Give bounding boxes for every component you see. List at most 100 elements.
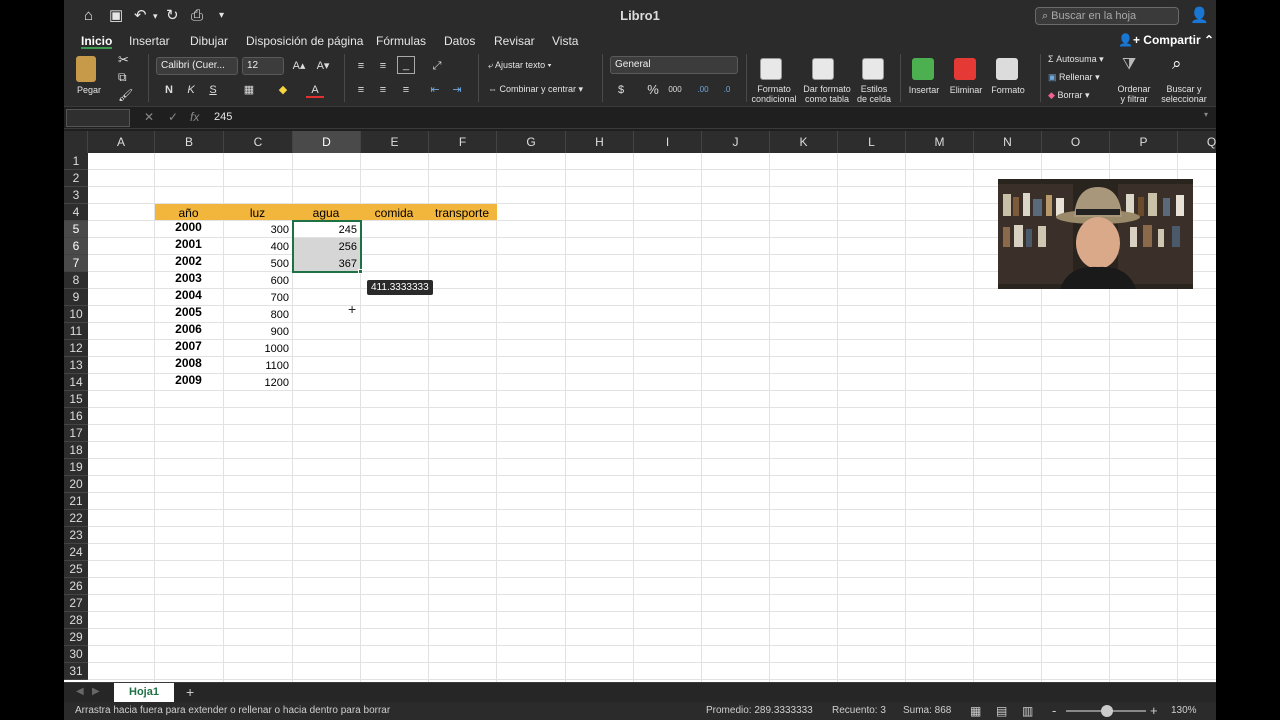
underline-button[interactable]: S	[204, 82, 222, 98]
agua-cell[interactable]: 256	[293, 239, 357, 256]
tab-datos[interactable]: Datos	[444, 33, 475, 49]
row-header-13[interactable]: 13	[64, 357, 88, 374]
year-cell[interactable]: 2006	[155, 321, 220, 338]
row-header-10[interactable]: 10	[64, 306, 88, 323]
zoom-slider-thumb[interactable]	[1101, 705, 1113, 717]
align-center-icon[interactable]: ≡	[374, 82, 392, 98]
tab-inicio[interactable]: Inicio	[81, 33, 113, 49]
year-cell[interactable]: 2009	[155, 372, 220, 389]
zoom-out-button[interactable]: -	[1052, 702, 1056, 720]
column-header-f[interactable]: F	[429, 131, 497, 153]
conditional-format-label[interactable]: Formato condicional	[748, 84, 800, 104]
luz-cell[interactable]: 300	[224, 222, 289, 239]
search-sheet-input[interactable]: ⌕ Buscar en la hoja	[1035, 7, 1179, 25]
fill-handle[interactable]	[358, 269, 363, 274]
next-sheet-icon[interactable]: ▶	[92, 686, 100, 697]
find-select-icon[interactable]: ⌕	[1172, 54, 1182, 74]
thousands-button[interactable]: 000	[666, 82, 684, 98]
align-bottom-icon[interactable]: _	[397, 56, 415, 74]
zoom-in-button[interactable]: +	[1150, 702, 1158, 720]
table-header-3[interactable]: comida	[361, 205, 425, 222]
column-header-o[interactable]: O	[1042, 131, 1110, 153]
select-all-corner[interactable]	[64, 131, 88, 153]
wrap-text-button[interactable]: ⤶ Ajustar texto ▾	[488, 60, 551, 71]
tab-formulas[interactable]: Fórmulas	[376, 33, 426, 49]
table-header-4[interactable]: transporte	[429, 205, 493, 222]
agua-cell[interactable]: 367	[293, 256, 357, 273]
row-header-16[interactable]: 16	[64, 408, 88, 425]
name-box[interactable]	[66, 109, 130, 127]
luz-cell[interactable]: 1100	[224, 358, 289, 375]
bold-button[interactable]: N	[160, 82, 178, 98]
column-header-n[interactable]: N	[974, 131, 1042, 153]
row-header-8[interactable]: 8	[64, 272, 88, 289]
year-cell[interactable]: 2005	[155, 304, 220, 321]
sort-filter-label[interactable]: Ordenar y filtrar	[1114, 84, 1154, 104]
row-header-26[interactable]: 26	[64, 578, 88, 595]
row-header-14[interactable]: 14	[64, 374, 88, 391]
format-cells-icon[interactable]	[996, 58, 1018, 80]
column-header-i[interactable]: I	[634, 131, 702, 153]
luz-cell[interactable]: 700	[224, 290, 289, 307]
row-header-6[interactable]: 6	[64, 238, 88, 255]
add-sheet-button[interactable]: +	[186, 684, 194, 700]
paste-icon[interactable]	[76, 56, 96, 82]
decrease-font-icon[interactable]: A▾	[314, 58, 332, 74]
row-header-29[interactable]: 29	[64, 629, 88, 646]
row-header-31[interactable]: 31	[64, 663, 88, 680]
merge-center-button[interactable]: ⇔ Combinar y centrar ▾	[488, 84, 583, 95]
year-cell[interactable]: 2008	[155, 355, 220, 372]
font-color-icon[interactable]: A	[306, 82, 324, 98]
column-header-d[interactable]: D	[293, 131, 361, 153]
delete-label[interactable]: Eliminar	[946, 85, 986, 95]
year-cell[interactable]: 2007	[155, 338, 220, 355]
insert-cells-icon[interactable]	[912, 58, 934, 80]
orientation-icon[interactable]: ⤢	[428, 58, 446, 74]
format-as-table-label[interactable]: Dar formato como tabla	[800, 84, 854, 104]
cut-icon[interactable]: ✂	[118, 52, 129, 68]
currency-button[interactable]: $	[612, 82, 630, 98]
format-as-table-icon[interactable]	[812, 58, 834, 80]
expand-formula-icon[interactable]: ▾	[1204, 110, 1208, 119]
agua-cell[interactable]: 245	[293, 222, 357, 239]
tab-dibujar[interactable]: Dibujar	[190, 33, 228, 49]
sheet-tab-hoja1[interactable]: Hoja1	[114, 683, 174, 702]
decrease-decimal-icon[interactable]: .0	[718, 82, 736, 98]
cancel-icon[interactable]: ✕	[144, 110, 154, 124]
copy-icon[interactable]: ⧉	[118, 70, 127, 85]
luz-cell[interactable]: 500	[224, 256, 289, 273]
row-header-28[interactable]: 28	[64, 612, 88, 629]
conditional-format-icon[interactable]	[760, 58, 782, 80]
column-header-p[interactable]: P	[1110, 131, 1178, 153]
confirm-icon[interactable]: ✓	[168, 110, 178, 124]
column-header-j[interactable]: J	[702, 131, 770, 153]
row-header-19[interactable]: 19	[64, 459, 88, 476]
delete-cells-icon[interactable]	[954, 58, 976, 80]
page-layout-icon[interactable]: ▤	[996, 702, 1007, 720]
fill-button[interactable]: ▣ Rellenar ▾	[1048, 72, 1100, 83]
luz-cell[interactable]: 1000	[224, 341, 289, 358]
cell-styles-icon[interactable]	[862, 58, 884, 80]
luz-cell[interactable]: 900	[224, 324, 289, 341]
row-header-25[interactable]: 25	[64, 561, 88, 578]
format-label[interactable]: Formato	[988, 85, 1028, 95]
row-header-17[interactable]: 17	[64, 425, 88, 442]
row-header-22[interactable]: 22	[64, 510, 88, 527]
fill-color-icon[interactable]: ◆	[274, 82, 292, 98]
align-middle-icon[interactable]: ≡	[374, 58, 392, 74]
year-cell[interactable]: 2004	[155, 287, 220, 304]
column-header-m[interactable]: M	[906, 131, 974, 153]
borders-icon[interactable]: ▦	[240, 82, 258, 98]
row-header-15[interactable]: 15	[64, 391, 88, 408]
row-header-24[interactable]: 24	[64, 544, 88, 561]
row-header-27[interactable]: 27	[64, 595, 88, 612]
row-header-12[interactable]: 12	[64, 340, 88, 357]
row-header-2[interactable]: 2	[64, 170, 88, 187]
prev-sheet-icon[interactable]: ◀	[76, 686, 84, 697]
row-header-5[interactable]: 5	[64, 221, 88, 238]
clear-button[interactable]: ◆ Borrar ▾	[1048, 90, 1089, 101]
column-header-h[interactable]: H	[566, 131, 634, 153]
column-header-l[interactable]: L	[838, 131, 906, 153]
table-header-2[interactable]: agua	[293, 205, 357, 222]
zoom-level[interactable]: 130%	[1171, 702, 1197, 720]
